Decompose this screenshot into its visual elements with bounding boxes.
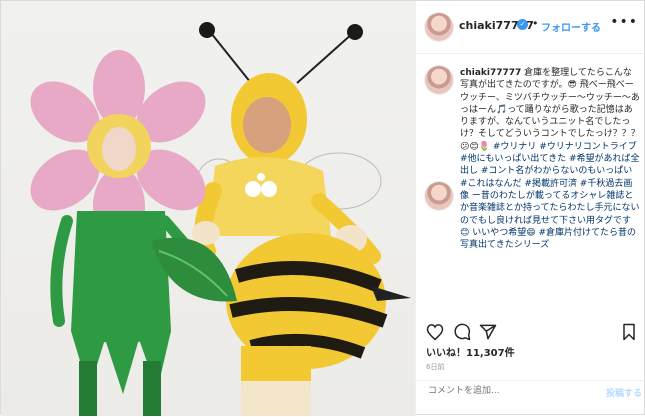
caption-avatar-secondary[interactable]	[425, 182, 453, 210]
more-options-icon[interactable]: •••	[610, 14, 638, 30]
caption-username[interactable]: chiaki77777	[460, 68, 521, 78]
header-separator: •	[532, 17, 539, 30]
caption-body: 倉庫を整理してたらこんな写真が出てきたのですが。😎 飛べー飛べーウッチー、ミツバ…	[460, 68, 640, 152]
follow-button[interactable]: フォローする	[541, 19, 601, 34]
caption-avatar[interactable]	[425, 66, 453, 94]
avatar[interactable]	[425, 13, 453, 41]
comment-input[interactable]	[426, 385, 600, 397]
share-icon[interactable]	[478, 322, 498, 342]
bookmark-icon[interactable]	[619, 322, 639, 342]
post-comment-button[interactable]: 投稿する	[606, 386, 642, 399]
post-sidebar: chiaki77777 ✓ • フォローする ••• chiaki77777 倉…	[416, 1, 645, 416]
heart-icon[interactable]	[425, 322, 445, 342]
caption-tags[interactable]: #ウリナリ #ウリナリコントライブ #他にもいっぱい出てきた #希望があれば全出…	[460, 142, 640, 250]
verified-badge-icon: ✓	[517, 19, 528, 30]
caption-text: chiaki77777 倉庫を整理してたらこんな写真が出てきたのですが。😎 飛べ…	[460, 67, 640, 251]
costume-photo	[30, 22, 411, 416]
instagram-post: chiaki77777 ✓ • フォローする ••• chiaki77777 倉…	[0, 0, 645, 416]
post-photo[interactable]	[1, 1, 416, 416]
post-date: 6日前	[426, 363, 445, 371]
likes-count[interactable]: いいね！11,307件	[426, 344, 515, 359]
comment-icon[interactable]	[452, 322, 472, 342]
